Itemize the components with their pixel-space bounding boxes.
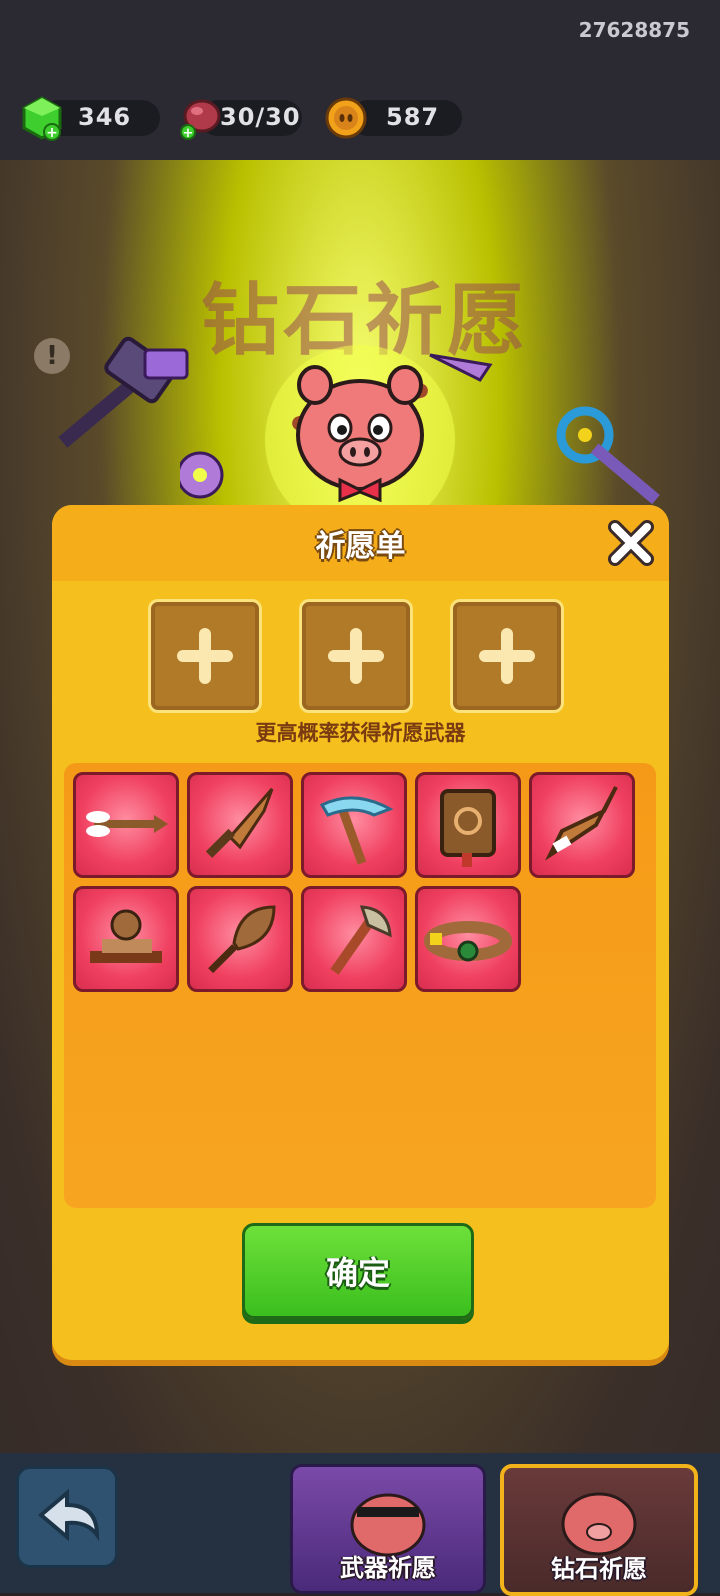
tab-diamond-wish[interactable]: 钻石祈愿 <box>500 1464 698 1596</box>
confirm-button[interactable]: 确定 <box>242 1223 474 1319</box>
wish-list-modal: 祈愿单 更高概率获得祈愿武器 确定 <box>52 505 669 1360</box>
svg-text:+: + <box>183 126 194 141</box>
wish-slot-2[interactable] <box>299 599 413 713</box>
weapon-boomerang[interactable] <box>529 772 635 878</box>
weapon-arrow[interactable] <box>73 772 179 878</box>
tab-weapon-wish-label: 武器祈愿 <box>340 1554 436 1582</box>
pickaxe-icon <box>319 796 394 865</box>
close-icon[interactable] <box>605 517 657 569</box>
wish-slot-1[interactable] <box>148 599 262 713</box>
pig-avatar-icon <box>350 1493 426 1557</box>
gems-counter[interactable]: + 346 <box>22 96 160 141</box>
staff-weapon-icon <box>429 353 660 505</box>
stamina-value: 30/30 <box>220 103 301 131</box>
plus-icon <box>177 628 233 684</box>
arrow-icon <box>86 811 168 837</box>
coins-counter[interactable]: 587 <box>325 97 462 139</box>
book-icon <box>440 789 496 867</box>
weapon-leaf-fan[interactable] <box>187 886 293 992</box>
weapon-hatchet[interactable] <box>301 886 407 992</box>
back-button[interactable] <box>16 1466 118 1568</box>
wish-hint: 更高概率获得祈愿武器 <box>255 721 466 745</box>
boomerang-icon <box>544 786 618 861</box>
leaf-fan-icon <box>208 905 276 974</box>
plus-icon <box>479 628 535 684</box>
user-id: 27628875 <box>578 18 690 42</box>
confirm-label: 确定 <box>325 1254 390 1292</box>
coins-value: 587 <box>386 103 440 131</box>
weapon-grid <box>64 763 656 1208</box>
rock-icon <box>90 909 162 963</box>
tab-diamond-wish-label: 钻石祈愿 <box>551 1555 647 1583</box>
weapon-rock-on-board[interactable] <box>73 886 179 992</box>
weapon-belt[interactable] <box>415 886 521 992</box>
weapon-spell-book[interactable] <box>415 772 521 878</box>
weapon-ice-pickaxe[interactable] <box>301 772 407 878</box>
top-bar: 27628875 + 346 + 30/30 587 <box>0 0 720 160</box>
plus-icon <box>328 628 384 684</box>
modal-title: 祈愿单 <box>315 529 406 564</box>
back-arrow-icon <box>37 1488 100 1542</box>
stamina-counter[interactable]: + 30/30 <box>180 99 302 141</box>
belt-icon <box>424 921 512 962</box>
weapon-knife[interactable] <box>187 772 293 878</box>
meat-icon: + <box>180 99 221 141</box>
gems-value: 346 <box>78 103 132 131</box>
knife-icon <box>205 788 274 858</box>
hatchet-icon <box>330 905 392 975</box>
wish-slot-3[interactable] <box>450 599 564 713</box>
tab-weapon-wish[interactable]: 武器祈愿 <box>290 1464 486 1594</box>
svg-text:+: + <box>46 125 58 141</box>
coin-icon <box>325 97 367 139</box>
gem-icon: + <box>22 96 62 141</box>
pig-avatar-icon <box>561 1492 637 1556</box>
